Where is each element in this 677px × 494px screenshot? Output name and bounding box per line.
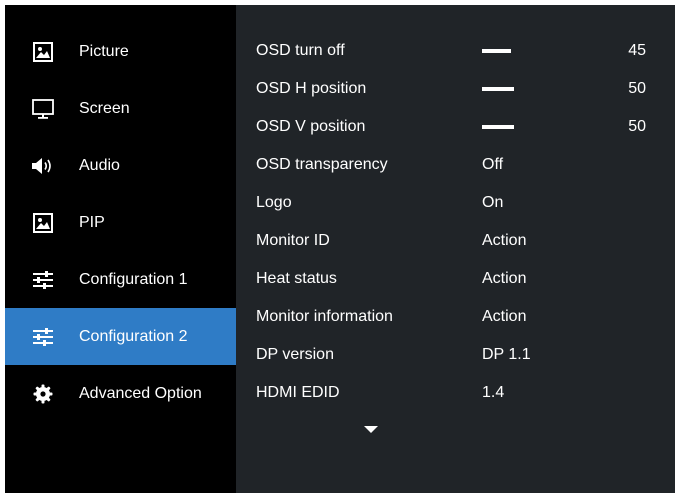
picture-in-picture-icon xyxy=(31,211,55,235)
menu-row-monitor-information[interactable]: Monitor information Action xyxy=(236,298,675,336)
sidebar-item-label: Screen xyxy=(79,99,130,117)
sidebar-item-label: PIP xyxy=(79,213,105,231)
menu-row-value: Action xyxy=(482,270,527,287)
picture-icon xyxy=(31,40,55,64)
settings-panel: OSD turn off 45 OSD H position 50 OSD V … xyxy=(236,5,675,493)
speaker-icon xyxy=(31,154,55,178)
slider-value: 45 xyxy=(628,42,646,59)
menu-row-label: OSD turn off xyxy=(256,42,345,59)
osd-menu: Picture Screen Audio PIP Configuration 1… xyxy=(5,5,675,493)
menu-row-logo[interactable]: Logo On xyxy=(236,184,675,222)
sidebar-item-label: Advanced Option xyxy=(79,384,202,402)
menu-row-label: HDMI EDID xyxy=(256,384,340,401)
sidebar-item-label: Configuration 1 xyxy=(79,270,188,288)
osd-h-position-slider[interactable] xyxy=(482,87,546,91)
menu-row-label: DP version xyxy=(256,346,334,363)
sidebar-item-label: Audio xyxy=(79,156,120,174)
menu-row-label: Logo xyxy=(256,194,292,211)
sidebar-item-label: Picture xyxy=(79,42,129,60)
menu-row-label: OSD transparency xyxy=(256,156,388,173)
menu-row-value: 1.4 xyxy=(482,384,505,401)
osd-v-position-slider[interactable] xyxy=(482,125,546,129)
slider-fill xyxy=(482,49,511,53)
menu-row-label: Monitor ID xyxy=(256,232,330,249)
menu-row-value: On xyxy=(482,194,504,211)
monitor-icon xyxy=(31,97,55,121)
menu-row-value: DP 1.1 xyxy=(482,346,531,363)
menu-row-osd-turn-off[interactable]: OSD turn off 45 xyxy=(236,32,675,70)
slider-fill xyxy=(482,87,514,91)
sliders-icon xyxy=(31,268,55,292)
sidebar-item-configuration-2[interactable]: Configuration 2 xyxy=(5,308,236,365)
menu-row-osd-v-position[interactable]: OSD V position 50 xyxy=(236,108,675,146)
menu-row-label: OSD H position xyxy=(256,80,367,97)
menu-row-value: Action xyxy=(482,232,527,249)
sidebar-item-screen[interactable]: Screen xyxy=(5,80,236,137)
sidebar-item-configuration-1[interactable]: Configuration 1 xyxy=(5,251,236,308)
sidebar-item-audio[interactable]: Audio xyxy=(5,137,236,194)
slider-value: 50 xyxy=(628,80,646,97)
menu-row-label: OSD V position xyxy=(256,118,366,135)
slider-value: 50 xyxy=(628,118,646,135)
menu-row-hdmi-edid[interactable]: HDMI EDID 1.4 xyxy=(236,374,675,412)
osd-turn-off-slider[interactable] xyxy=(482,49,546,53)
menu-row-value: Off xyxy=(482,156,504,173)
sliders-icon xyxy=(31,325,55,349)
menu-row-osd-h-position[interactable]: OSD H position 50 xyxy=(236,70,675,108)
menu-row-dp-version[interactable]: DP version DP 1.1 xyxy=(236,336,675,374)
menu-row-value: Action xyxy=(482,308,527,325)
menu-row-label: Monitor information xyxy=(256,308,393,325)
menu-row-osd-transparency[interactable]: OSD transparency Off xyxy=(236,146,675,184)
sidebar-item-picture[interactable]: Picture xyxy=(5,23,236,80)
sidebar-item-advanced-option[interactable]: Advanced Option xyxy=(5,365,236,422)
menu-row-label: Heat status xyxy=(256,270,337,287)
menu-row-monitor-id[interactable]: Monitor ID Action xyxy=(236,222,675,260)
chevron-down-icon[interactable] xyxy=(364,426,378,433)
menu-row-heat-status[interactable]: Heat status Action xyxy=(236,260,675,298)
sidebar-item-label: Configuration 2 xyxy=(79,327,188,345)
sidebar-item-pip[interactable]: PIP xyxy=(5,194,236,251)
sidebar: Picture Screen Audio PIP Configuration 1… xyxy=(5,5,236,493)
slider-fill xyxy=(482,125,514,129)
gear-icon xyxy=(31,382,55,406)
